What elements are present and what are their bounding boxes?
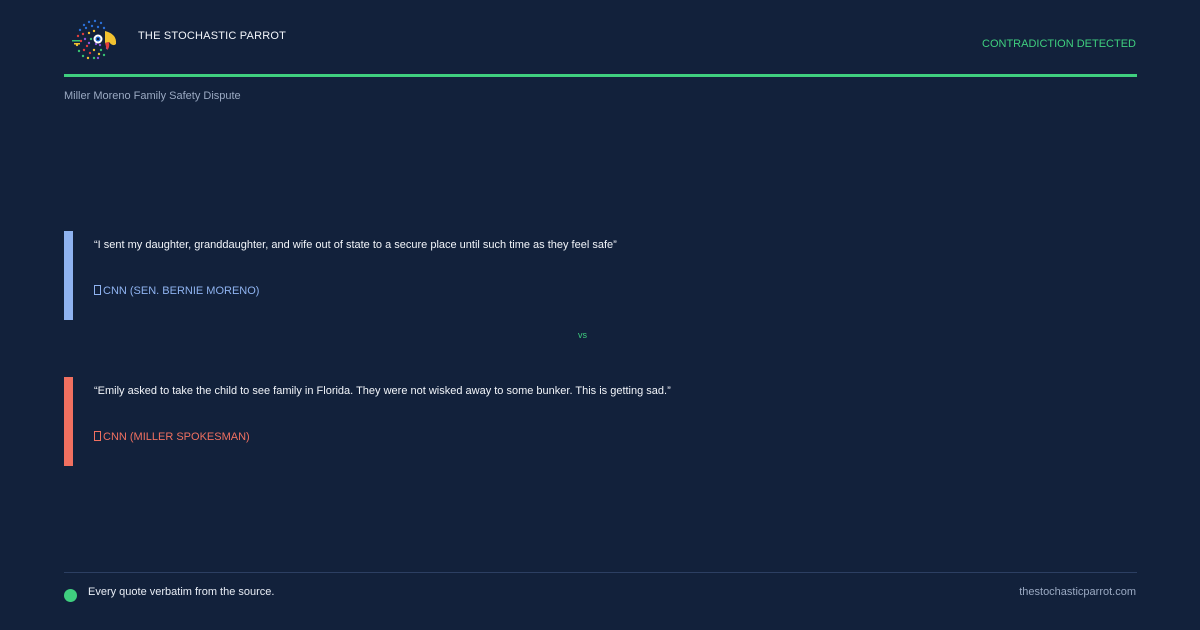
parrot-logo-icon [70,17,118,63]
versus-separator: vs [578,330,587,340]
status-dot-icon [64,589,77,602]
document-icon [94,431,101,441]
footer-note: Every quote verbatim from the source. [88,586,275,598]
quote-accent-bar [64,231,73,320]
header-divider [64,74,1137,77]
quote-source-label: CNN (MILLER SPOKESMAN) [103,431,250,443]
quote-source: CNN (MILLER SPOKESMAN) [94,431,250,443]
quote-text: “I sent my daughter, granddaughter, and … [94,239,617,251]
brand-name: THE STOCHASTIC PARROT [138,30,287,42]
topic-title: Miller Moreno Family Safety Dispute [64,90,241,102]
footer-divider [64,572,1137,573]
quote-text: “Emily asked to take the child to see fa… [94,385,671,397]
quote-source-label: CNN (SEN. BERNIE MORENO) [103,285,260,297]
status-label: CONTRADICTION DETECTED [982,38,1136,50]
document-icon [94,285,101,295]
site-url: thestochasticparrot.com [1019,586,1136,598]
quote-accent-bar [64,377,73,466]
quote-source: CNN (SEN. BERNIE MORENO) [94,285,259,297]
